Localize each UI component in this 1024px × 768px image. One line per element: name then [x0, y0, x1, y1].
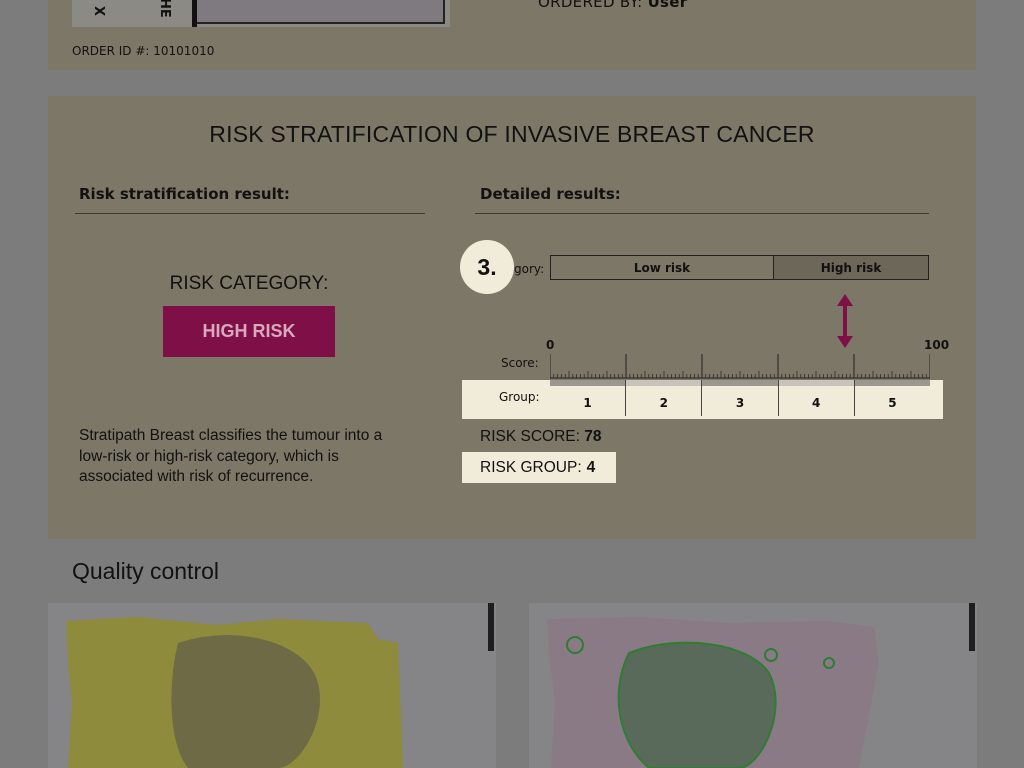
- step-badge: 3.: [460, 240, 514, 294]
- group-cell-3: 3: [702, 380, 779, 416]
- group-label-4: 4: [812, 396, 821, 410]
- risk-description: Stratipath Breast classifies the tumour …: [79, 427, 383, 485]
- risk-stratification-card: RISK STRATIFICATION OF INVASIVE BREAST C…: [48, 96, 976, 539]
- risk-category-badge: HIGH RISK: [163, 306, 335, 357]
- risk-card-title: RISK STRATIFICATION OF INVASIVE BREAST C…: [209, 121, 815, 147]
- group-cell-4: 4: [778, 380, 855, 416]
- risk-score: RISK SCORE: 78: [480, 428, 601, 446]
- risk-score-label: RISK SCORE:: [480, 428, 580, 445]
- group-label-1: 1: [583, 396, 592, 410]
- category-scale: Low risk High risk: [550, 255, 929, 280]
- category-row-label: gory:: [514, 262, 545, 276]
- score-indicator-arrow-icon: [837, 294, 853, 348]
- right-divider: [475, 213, 929, 214]
- scale-max: 100: [924, 338, 950, 352]
- slide-label-strip: [72, 0, 192, 27]
- group-label-3: 3: [735, 396, 745, 410]
- category-low-risk: Low risk: [551, 256, 774, 279]
- slide-thumbnail: X HE: [72, 0, 450, 27]
- ordered-by-label: ORDERED BY:: [538, 0, 643, 11]
- quality-control-title: Quality control: [72, 558, 220, 584]
- slide-label-text-1: X: [94, 5, 109, 16]
- ordered-by-value: User: [647, 0, 688, 11]
- group-scale: 1 2 3 4 5: [550, 380, 931, 416]
- group-cell-2: 2: [626, 380, 703, 416]
- group-label-5: 5: [888, 396, 897, 410]
- group-cell-1: 1: [550, 380, 627, 416]
- risk-group: RISK GROUP: 4: [462, 452, 616, 483]
- group-label-2: 2: [659, 396, 668, 410]
- order-id: ORDER ID #: 10101010: [72, 44, 215, 58]
- category-high-risk: High risk: [774, 256, 928, 279]
- result-heading: Risk stratification result:: [79, 185, 290, 203]
- group-row-label: Group:: [499, 390, 540, 404]
- ordered-by: ORDERED BY: User: [538, 0, 687, 11]
- risk-group-value: 4: [586, 458, 596, 476]
- group-cell-5: 5: [854, 380, 931, 416]
- score-row-label: Score:: [501, 356, 539, 370]
- risk-score-value: 78: [584, 428, 602, 445]
- qc-image-tissue-mask: [48, 603, 496, 768]
- slide-label-text-2: HE: [157, 0, 172, 18]
- left-divider: [75, 213, 425, 214]
- risk-category-label: RISK CATEGORY:: [169, 273, 329, 294]
- qc-image-tumour-segmentation: [529, 603, 977, 768]
- scale-min: 0: [546, 338, 555, 352]
- risk-group-label: RISK GROUP:: [480, 458, 582, 476]
- detailed-results-heading: Detailed results:: [480, 185, 621, 203]
- slide-tissue-image: [197, 0, 445, 24]
